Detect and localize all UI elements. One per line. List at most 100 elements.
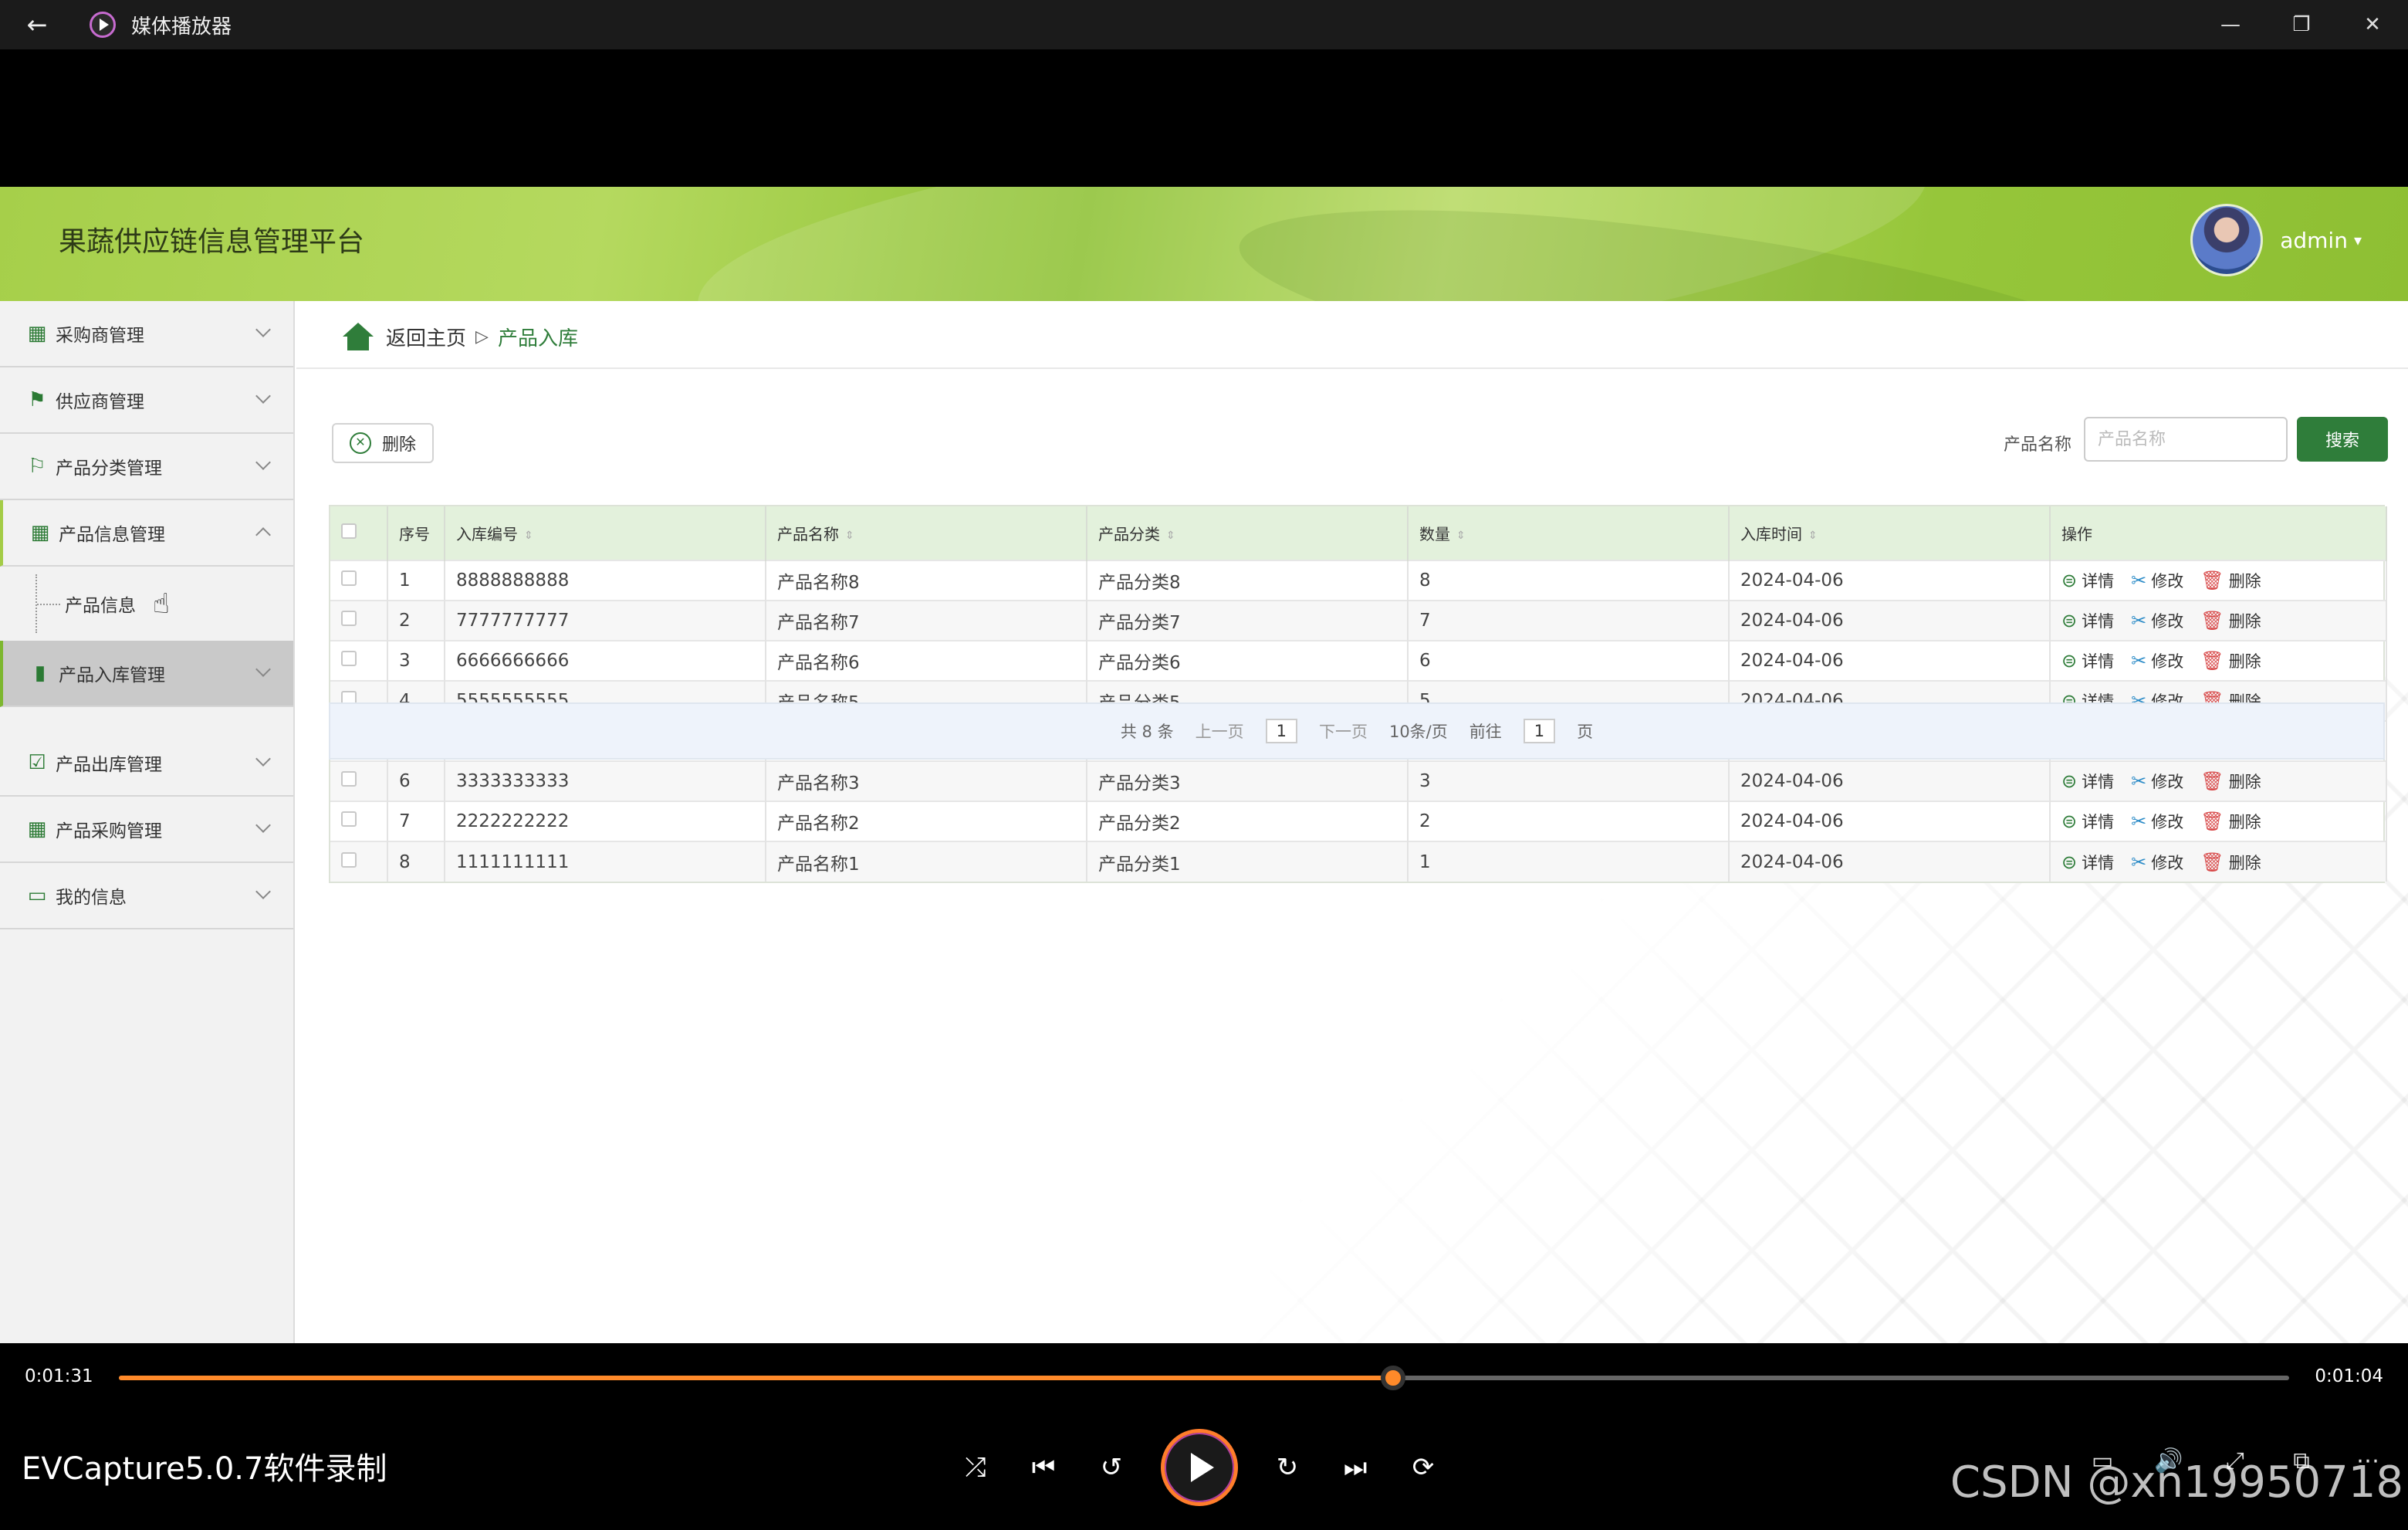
sort-icon[interactable]: ⇕ xyxy=(524,530,533,542)
close-icon[interactable]: ✕ xyxy=(2337,0,2408,49)
column-header[interactable]: 产品名称 ⇕ xyxy=(766,506,1087,560)
seek-bar[interactable] xyxy=(119,1366,2289,1390)
detail-button[interactable]: ⊜详情 xyxy=(2061,770,2114,793)
row-product-category: 产品分类2 xyxy=(1087,801,1409,841)
next-track-icon[interactable]: ⏭ xyxy=(1337,1449,1374,1486)
remaining-time: 0:01:04 xyxy=(2315,1366,2383,1386)
batch-delete-button[interactable]: ✕ 删除 xyxy=(332,423,434,463)
forward-30-icon[interactable]: ↻ xyxy=(1269,1449,1306,1486)
detail-button[interactable]: ⊜详情 xyxy=(2061,649,2114,672)
search-input[interactable] xyxy=(2084,417,2288,462)
rewind-10-icon[interactable]: ↺ xyxy=(1093,1449,1130,1486)
previous-track-icon[interactable]: ⏮ xyxy=(1025,1449,1062,1486)
breadcrumb-home[interactable]: 返回主页 xyxy=(386,323,466,351)
sidebar-item-supplier-management[interactable]: ⚑ 供应商管理 xyxy=(0,367,293,434)
sidebar-subitem-product-info[interactable]: 产品信息 ☝ xyxy=(0,567,293,641)
row-actions: ⊜详情 ✂修改 🗑删除 xyxy=(2050,640,2387,681)
seek-bar-handle[interactable] xyxy=(1380,1366,1405,1390)
repeat-icon[interactable]: ⟳ xyxy=(1405,1449,1442,1486)
row-product-name: 产品名称7 xyxy=(766,600,1087,641)
elapsed-time: 0:01:31 xyxy=(25,1366,93,1386)
edit-button[interactable]: ✂修改 xyxy=(2131,649,2183,672)
delete-button[interactable]: 🗑删除 xyxy=(2200,609,2261,632)
home-icon[interactable] xyxy=(343,323,374,350)
select-all-cell[interactable] xyxy=(330,506,388,560)
prev-page-button[interactable]: 上一页 xyxy=(1196,719,1244,743)
sort-icon[interactable]: ⇕ xyxy=(1808,530,1818,542)
sidebar-subitem-label[interactable]: 产品信息 xyxy=(65,591,136,617)
column-header[interactable]: 入库时间 ⇕ xyxy=(1729,506,2051,560)
minimize-icon[interactable]: — xyxy=(2195,0,2266,49)
window-title: 媒体播放器 xyxy=(131,15,232,39)
edit-button[interactable]: ✂修改 xyxy=(2131,569,2183,592)
detail-button[interactable]: ⊜详情 xyxy=(2061,569,2114,592)
row-checkbox[interactable] xyxy=(341,771,357,787)
divider xyxy=(296,367,2408,369)
detail-label: 详情 xyxy=(2082,652,2115,671)
row-checkbox[interactable] xyxy=(341,811,357,827)
edit-label: 修改 xyxy=(2151,612,2184,631)
row-action-group: ⊜详情 ✂修改 🗑删除 xyxy=(2061,851,2385,874)
user-name[interactable]: admin xyxy=(2280,228,2348,253)
row-stock-in-time: 2024-04-06 xyxy=(1729,600,2051,641)
bar-chart-icon: ▮ xyxy=(34,662,46,685)
delete-button[interactable]: 🗑删除 xyxy=(2200,569,2261,592)
search-button[interactable]: 搜索 xyxy=(2297,417,2388,462)
next-page-button[interactable]: 下一页 xyxy=(1319,719,1368,743)
delete-button[interactable]: 🗑删除 xyxy=(2200,810,2261,833)
sidebar-item-my-info[interactable]: ▭ 我的信息 xyxy=(0,863,293,929)
row-product-category: 产品分类3 xyxy=(1087,760,1409,801)
back-arrow-icon[interactable]: ← xyxy=(0,0,74,49)
select-all-checkbox[interactable] xyxy=(341,523,357,539)
sidebar-item-label: 产品采购管理 xyxy=(56,821,162,841)
play-button[interactable] xyxy=(1161,1429,1238,1506)
delete-button[interactable]: 🗑删除 xyxy=(2200,649,2261,672)
table-row: 8 1111111111 产品名称1 产品分类1 1 2024-04-06 ⊜ 详情 ✂ 修改 🗑 删… xyxy=(330,841,2387,882)
user-menu[interactable]: admin ▾ xyxy=(2190,204,2362,276)
sidebar-item-stock-in-management[interactable]: ▮ 产品入库管理 xyxy=(0,641,293,707)
row-action-group: ⊜详情 ✂修改 🗑删除 xyxy=(2061,770,2385,793)
seek-bar-fill xyxy=(119,1376,1393,1380)
row-checkbox[interactable] xyxy=(341,651,357,666)
sort-icon[interactable]: ⇕ xyxy=(1166,530,1175,542)
goto-page-input[interactable]: 1 xyxy=(1523,719,1556,743)
row-index: 7 xyxy=(387,801,445,841)
column-header[interactable]: 入库编号 ⇕ xyxy=(445,506,766,560)
row-select-cell[interactable] xyxy=(330,560,388,601)
column-header[interactable]: 产品分类 ⇕ xyxy=(1087,506,1409,560)
restore-icon[interactable]: ❐ xyxy=(2266,0,2337,49)
page-size-select[interactable]: 10条/页 xyxy=(1389,719,1448,743)
row-checkbox[interactable] xyxy=(341,611,357,626)
row-checkbox[interactable] xyxy=(341,851,357,868)
edit-button[interactable]: ✂修改 xyxy=(2131,851,2183,874)
current-page[interactable]: 1 xyxy=(1265,719,1297,743)
row-select-cell[interactable] xyxy=(330,841,388,882)
sidebar-item-purchase-management[interactable]: ▦ 产品采购管理 xyxy=(0,797,293,863)
row-select-cell[interactable] xyxy=(330,600,388,641)
row-action-group: ⊜详情 ✂修改 🗑删除 xyxy=(2061,649,2385,672)
column-header[interactable]: 数量 ⇕ xyxy=(1408,506,1730,560)
window-titlebar: ← 媒体播放器 — ❐ ✕ xyxy=(0,0,2408,49)
shuffle-icon[interactable]: ⤮ xyxy=(957,1449,994,1486)
row-select-cell[interactable] xyxy=(330,640,388,681)
sidebar-item-category-management[interactable]: ⚐ 产品分类管理 xyxy=(0,434,293,500)
delete-button[interactable]: 🗑删除 xyxy=(2200,770,2261,793)
row-select-cell[interactable] xyxy=(330,801,388,841)
sidebar-item-product-info-management[interactable]: ▦ 产品信息管理 xyxy=(0,500,293,567)
row-quantity: 6 xyxy=(1408,640,1730,681)
sort-icon[interactable]: ⇕ xyxy=(1456,530,1466,542)
delete-button[interactable]: 🗑删除 xyxy=(2200,851,2261,874)
detail-button[interactable]: ⊜详情 xyxy=(2061,609,2114,632)
sidebar-item-buyer-management[interactable]: ▦ 采购商管理 xyxy=(0,301,293,367)
edit-button[interactable]: ✂修改 xyxy=(2131,810,2183,833)
avatar[interactable] xyxy=(2190,204,2264,276)
edit-button[interactable]: ✂修改 xyxy=(2131,609,2183,632)
sidebar-item-stock-out-management[interactable]: ☑ 产品出库管理 xyxy=(0,730,293,797)
row-select-cell[interactable] xyxy=(330,760,388,801)
row-checkbox[interactable] xyxy=(341,570,357,586)
detail-button[interactable]: ⊜详情 xyxy=(2061,851,2114,874)
sort-icon[interactable]: ⇕ xyxy=(845,530,854,542)
chevron-down-icon[interactable]: ▾ xyxy=(2354,231,2362,249)
detail-button[interactable]: ⊜详情 xyxy=(2061,810,2114,833)
edit-button[interactable]: ✂修改 xyxy=(2131,770,2183,793)
